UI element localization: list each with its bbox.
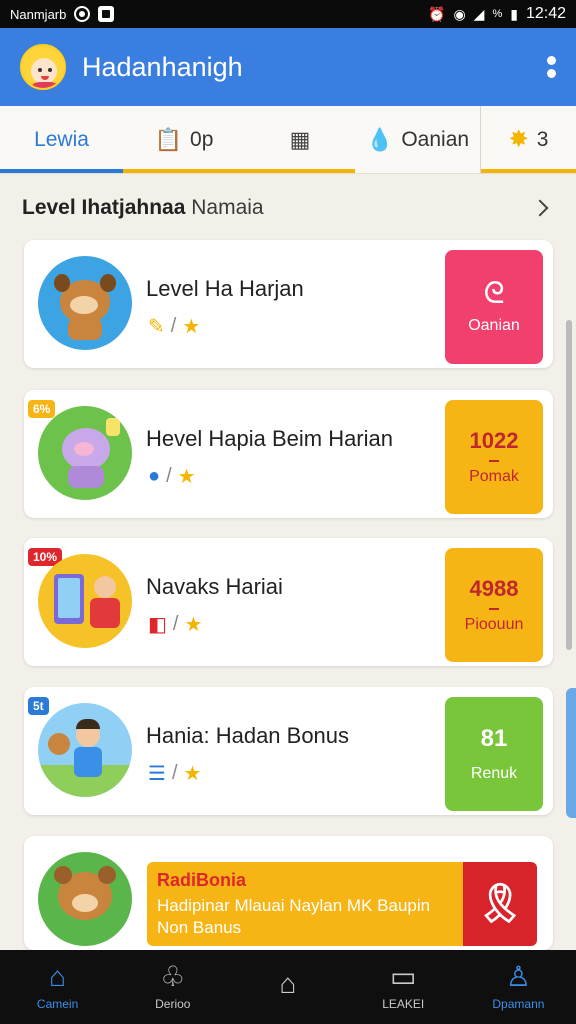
bottom-nav: ⌂ Camein ♧ Derioo ⌂ ▭ LEAKEI ♙ Dpamann: [0, 950, 576, 1024]
nav-label: Camein: [36, 997, 79, 1011]
edit-icon: ✎: [148, 316, 165, 338]
tab-settings[interactable]: ✸ 3: [481, 106, 576, 173]
reward-unit: Pioouun: [464, 616, 524, 633]
tab-calculator[interactable]: ▦: [245, 106, 355, 173]
app-bar: Hadanhanigh: [0, 28, 576, 106]
notification-square-icon: [98, 6, 115, 22]
chevron-right-icon[interactable]: [531, 199, 549, 217]
tab-lewia[interactable]: Lewia: [0, 106, 123, 173]
section-header[interactable]: Level Ihatjahnaa Namaia: [22, 186, 552, 230]
tab-oanian[interactable]: 💧 Oanian: [355, 106, 481, 173]
dog-illustration: [38, 256, 132, 350]
promo-line-2: Non Banus: [157, 918, 242, 937]
card-title: Level Ha Harjan: [146, 276, 304, 301]
nav-label: Derioo: [155, 997, 191, 1011]
list-item[interactable]: Level Ha Harjan ✎ / ★ ᘓ Oanian: [24, 240, 553, 368]
tab-label: Oanian: [401, 127, 470, 151]
signal-icon: ◢: [473, 5, 485, 22]
star-icon: ★: [177, 466, 196, 488]
card-title: Navaks Hariai: [146, 574, 283, 599]
water-drop-icon: 💧: [365, 126, 394, 152]
discount-badge: 5t: [28, 697, 49, 715]
star-icon: ★: [184, 614, 203, 636]
card-meta-icons: ● / ★: [148, 465, 196, 488]
boy-cookie-illustration: [38, 703, 132, 797]
person-icon: ♙: [505, 961, 531, 992]
tab-clipboard[interactable]: 📋 0p: [123, 106, 245, 173]
reward-unit: Renuk: [470, 765, 518, 782]
reward-value: 4988: [469, 576, 519, 601]
card-meta-icons: ☰ / ★: [148, 762, 202, 785]
nav-item-inbox[interactable]: ▭ LEAKEI: [346, 950, 461, 1024]
nav-item-tree[interactable]: ♧ Derioo: [115, 950, 230, 1024]
inbox-icon: ▭: [389, 961, 417, 992]
more-options-icon[interactable]: [547, 56, 556, 78]
tree-icon: ♧: [160, 961, 186, 992]
boy-phone-illustration: [38, 554, 132, 648]
card-meta-icons: ◧ / ★: [148, 613, 203, 636]
tab-label: 0p: [190, 127, 214, 151]
status-time: 12:42: [525, 5, 566, 22]
pig-illustration: [38, 406, 132, 500]
star-icon: ★: [182, 316, 201, 338]
gear-icon: ✸: [508, 126, 529, 153]
list-item[interactable]: 5t Hania: Hadan Bonus ☰ / ★ 81 Renuk: [24, 687, 553, 815]
reward-label: Oanian: [468, 317, 520, 334]
promo-line-1: Hadipinar Mlauai Naylan MK Baupin: [157, 896, 431, 915]
nav-item-profile[interactable]: ♙ Dpamann: [461, 950, 576, 1024]
app-title: Hadanhanigh: [82, 51, 243, 82]
calculator-icon: ▦: [289, 126, 311, 152]
reward-box[interactable]: 4988 Pioouun: [445, 548, 543, 662]
side-peek-panel: [566, 688, 576, 818]
swirl-icon: ᘓ: [483, 277, 505, 310]
reward-unit: Pomak: [469, 468, 519, 485]
home-icon: ⌂: [49, 961, 67, 992]
battery-percent: %: [492, 8, 503, 20]
wifi-icon: ◉: [453, 5, 466, 22]
nav-label: LEAKEI: [382, 997, 425, 1011]
notification-dot-icon: [74, 6, 91, 22]
star-icon: ★: [183, 763, 202, 785]
tag-icon: ◧: [148, 614, 167, 636]
nav-item-home[interactable]: ⌂ Camein: [0, 950, 115, 1024]
status-carrier-text: Nanmjarb: [10, 6, 67, 22]
card-title: Hania: Hadan Bonus: [146, 723, 350, 748]
clipboard-icon: 📋: [154, 126, 183, 152]
battery-icon: ▮: [510, 5, 518, 22]
tab-label: 3: [536, 127, 549, 151]
discount-badge: 6%: [28, 400, 56, 418]
reward-button[interactable]: ᘓ Oanian: [445, 250, 543, 364]
tab-bar: Lewia 📋 0p ▦ 💧 Oanian ✸ 3: [0, 106, 576, 174]
alarm-icon: ⏰: [428, 5, 446, 22]
reward-box[interactable]: 81 Renuk: [445, 697, 543, 811]
ribbon-icon[interactable]: 🎗: [463, 862, 537, 946]
avatar[interactable]: [20, 44, 66, 90]
card-title: Hevel Hapia Beim Harian: [146, 426, 393, 451]
tab-label: Lewia: [34, 127, 89, 151]
scrollbar[interactable]: [566, 320, 572, 650]
reward-value: 1022: [469, 428, 519, 453]
status-bar: Nanmjarb ⏰ ◉ ◢ % ▮ 12:42: [0, 0, 576, 28]
bear-illustration: [38, 852, 132, 946]
promo-banner[interactable]: RadiBonia Hadipinar Mlauai Naylan MK Bau…: [147, 862, 537, 946]
section-title: Level Ihatjahnaa Namaia: [22, 196, 264, 219]
promo-title: RadiBonia: [157, 870, 247, 890]
list-icon: ☰: [148, 763, 166, 785]
list-item[interactable]: 10% Navaks Hariai ◧ / ★ 4988 Pioouun: [24, 538, 553, 666]
nav-item-house[interactable]: ⌂: [230, 950, 345, 1024]
house-outline-icon: ⌂: [279, 968, 297, 999]
list-item[interactable]: 6% Hevel Hapia Beim Harian ● / ★ 1022 Poma…: [24, 390, 553, 518]
reward-value: 81: [480, 725, 508, 752]
reward-box[interactable]: 1022 Pomak: [445, 400, 543, 514]
nav-label: Dpamann: [492, 997, 545, 1011]
person-icon: ●: [148, 465, 161, 487]
card-meta-icons: ✎ / ★: [148, 315, 201, 338]
